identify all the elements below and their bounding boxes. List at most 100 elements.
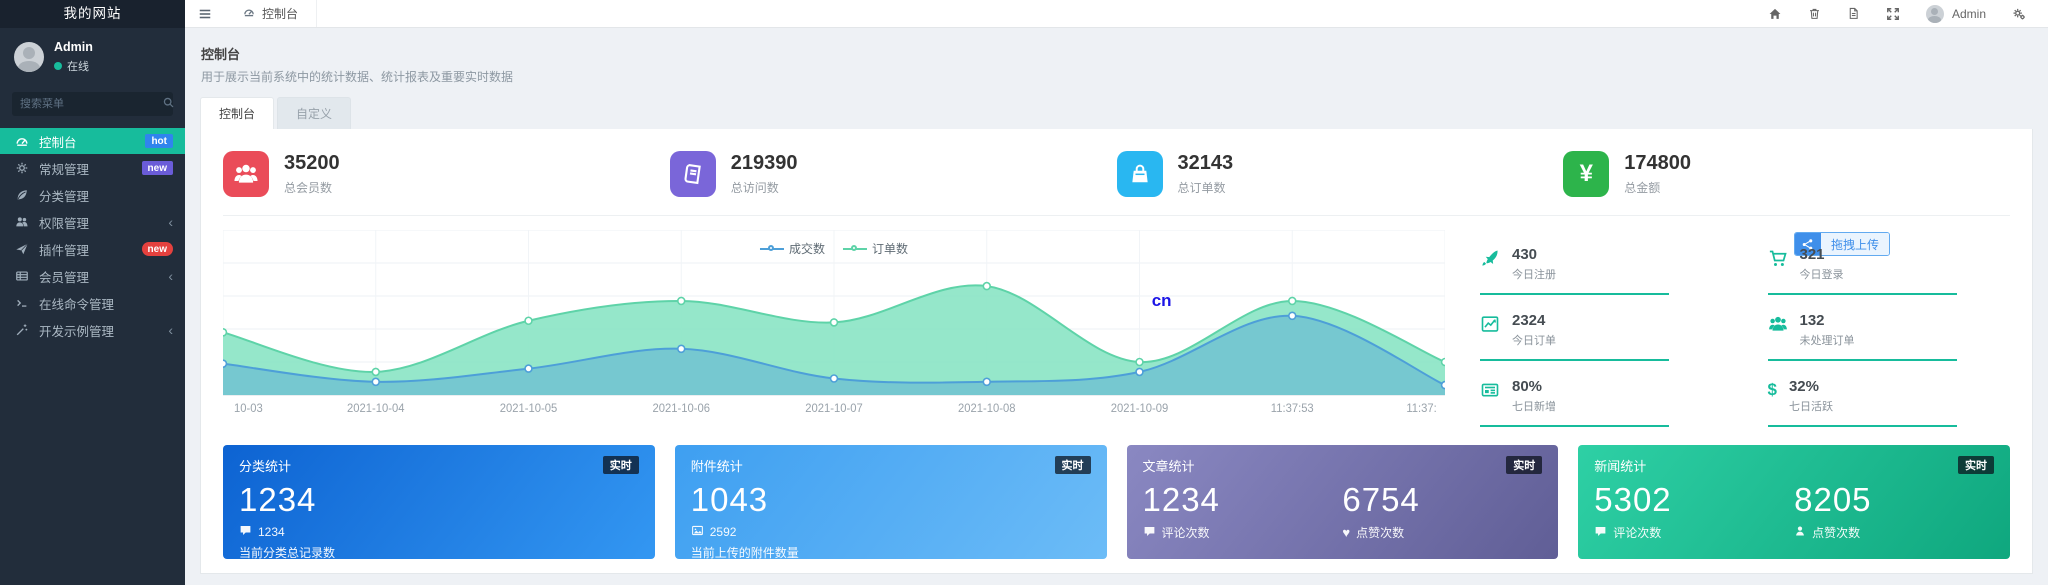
stat-label: 总会员数: [284, 179, 340, 196]
users-icon: [1768, 314, 1788, 334]
home-icon[interactable]: [1768, 7, 1782, 21]
summary-cards: 分类统计 实时 1234 1234 当前分类总记录数 附件统计 实时 1043: [223, 445, 2010, 559]
card-title: 新闻统计: [1594, 456, 1646, 475]
card-value: 5302: [1594, 481, 1794, 519]
stat-total-members: 35200 总会员数: [223, 151, 670, 197]
users-group-icon: [223, 151, 269, 197]
card-title: 文章统计: [1143, 456, 1195, 475]
card-sub-label: 点赞次数: [1356, 524, 1404, 541]
card-attachment-stats: 附件统计 实时 1043 2592 当前上传的附件数量: [675, 445, 1107, 559]
main-area: 控制台 Admin 控制台 用于展示当前系统中的: [185, 0, 2048, 585]
dashboard-icon: [243, 6, 255, 21]
topbar-user-menu[interactable]: Admin: [1926, 5, 1986, 23]
tab-custom[interactable]: 自定义: [277, 97, 351, 129]
card-title: 附件统计: [691, 456, 743, 475]
card-value: 6754: [1342, 481, 1542, 519]
user-status-label: 在线: [67, 58, 89, 74]
chevron-left-icon: ‹: [168, 215, 173, 229]
users-icon: [15, 215, 30, 229]
card-article-stats: 文章统计 实时 1234 评论次数 6754 ♥: [1127, 445, 1559, 559]
sidebar-item-auth[interactable]: 权限管理 ‹: [0, 209, 185, 235]
mini-stat-label: 今日注册: [1512, 266, 1556, 282]
mini-stat-unprocessed: 132 未处理订单: [1768, 312, 2011, 361]
topbar: 控制台 Admin: [185, 0, 2048, 28]
card-value: 1234: [239, 481, 639, 519]
realtime-badge: 实时: [1958, 456, 1994, 474]
stat-total-amount: ¥ 174800 总金额: [1563, 151, 2010, 197]
mini-stat-value: 132: [1800, 312, 1855, 329]
card-value: 8205: [1794, 481, 1994, 519]
menu-toggle-button[interactable]: [185, 0, 225, 27]
clear-cache-icon[interactable]: [1847, 7, 1860, 20]
new-badge: new: [142, 161, 173, 175]
trash-icon[interactable]: [1808, 7, 1821, 20]
card-value: 1043: [691, 481, 1091, 519]
sidebar-item-addon[interactable]: 插件管理 new: [0, 236, 185, 262]
chart-legend: 成交数 订单数: [760, 240, 908, 257]
stat-value: 174800: [1624, 152, 1691, 175]
sidebar-menu: 控制台 hot 常规管理 new 分类管理 权限管理 ‹: [0, 128, 185, 343]
sidebar-search: [12, 92, 173, 116]
svg-text:11:37:: 11:37:: [1406, 403, 1436, 415]
chart-line-icon: [1480, 314, 1500, 334]
sidebar-item-example[interactable]: 开发示例管理 ‹: [0, 317, 185, 343]
mini-stat-value: 2324: [1512, 312, 1556, 329]
tab-console[interactable]: 控制台: [200, 97, 274, 129]
svg-text:2021-10-08: 2021-10-08: [958, 403, 1015, 415]
stat-value: 219390: [731, 152, 798, 175]
mini-stat-register: 430 今日注册: [1480, 246, 1723, 295]
sidebar-item-label: 分类管理: [39, 186, 173, 205]
mini-stat-login: 321 今日登录: [1768, 246, 2011, 295]
legend-item-deals[interactable]: 成交数: [760, 240, 825, 257]
user-status: 在线: [54, 58, 93, 74]
sidebar-item-label: 开发示例管理: [39, 321, 168, 340]
sidebar-item-category[interactable]: 分类管理: [0, 182, 185, 208]
settings-icon[interactable]: [2012, 7, 2026, 21]
mini-stat-label: 未处理订单: [1800, 332, 1855, 348]
topbar-tab-label: 控制台: [262, 5, 298, 22]
fullscreen-icon[interactable]: [1886, 7, 1900, 21]
sidebar-item-general[interactable]: 常规管理 new: [0, 155, 185, 181]
mini-stat-label: 七日新增: [1512, 398, 1556, 414]
sidebar-item-label: 插件管理: [39, 240, 142, 259]
realtime-badge: 实时: [1055, 456, 1091, 474]
topbar-user-name: Admin: [1952, 7, 1986, 21]
avatar[interactable]: [14, 42, 44, 72]
legend-item-orders[interactable]: 订单数: [843, 240, 908, 257]
svg-text:11:37:53: 11:37:53: [1271, 403, 1314, 415]
topbar-tab-console[interactable]: 控制台: [225, 0, 317, 27]
stat-total-visits: 219390 总访问数: [670, 151, 1117, 197]
site-title: 我的网站: [0, 0, 185, 28]
card-sub-value: 2592: [710, 525, 737, 539]
sidebar-item-label: 会员管理: [39, 267, 168, 286]
heart-icon: ♥: [1342, 525, 1350, 540]
rocket-icon: [1480, 248, 1500, 268]
page-header: 控制台 用于展示当前系统中的统计数据、统计报表及重要实时数据: [185, 28, 2048, 85]
card-description: 当前上传的附件数量: [691, 544, 1091, 561]
comment-icon: [1594, 525, 1607, 541]
mini-stat-label: 今日订单: [1512, 332, 1556, 348]
card-value: 1234: [1143, 481, 1343, 519]
card-sub-label: 评论次数: [1162, 524, 1210, 541]
mini-stat-value: 430: [1512, 246, 1556, 263]
sidebar-item-command[interactable]: 在线命令管理: [0, 290, 185, 316]
stat-value: 32143: [1178, 152, 1234, 175]
topbar-actions: Admin: [1768, 0, 2048, 27]
yen-icon: ¥: [1563, 151, 1609, 197]
terminal-icon: [15, 296, 30, 310]
avatar: [1926, 5, 1944, 23]
sidebar-item-label: 在线命令管理: [39, 294, 173, 313]
area-chart: 10-032021-10-042021-10-052021-10-062021-…: [223, 230, 1445, 422]
legend-marker-icon: [843, 245, 867, 253]
sidebar-item-label: 控制台: [39, 132, 145, 151]
svg-text:2021-10-06: 2021-10-06: [653, 403, 710, 415]
mini-stats-panel: 拖拽上传 430 今日注册: [1445, 230, 2010, 427]
sidebar-item-console[interactable]: 控制台 hot: [0, 128, 185, 154]
yen-symbol: ¥: [1580, 160, 1593, 188]
chart-section: 10-032021-10-042021-10-052021-10-062021-…: [223, 230, 2010, 427]
sidebar-item-user[interactable]: 会员管理 ‹: [0, 263, 185, 289]
search-input[interactable]: [20, 98, 162, 110]
card-sub-label: 评论次数: [1613, 524, 1661, 541]
stat-label: 总金额: [1624, 179, 1691, 196]
comment-icon: [239, 524, 252, 540]
